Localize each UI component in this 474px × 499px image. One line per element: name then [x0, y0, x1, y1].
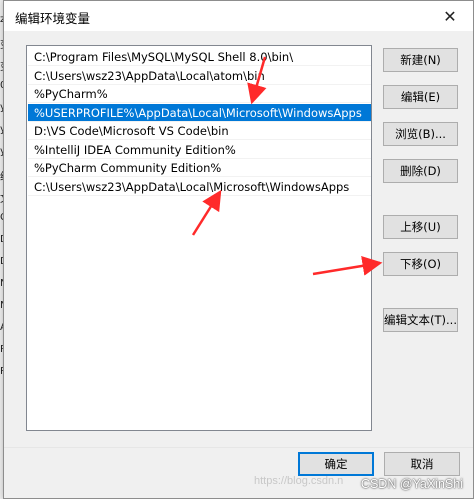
csdn-watermark: CSDN @YaXinShi	[360, 477, 463, 491]
move-up-button[interactable]: 上移(U)	[383, 215, 458, 239]
close-icon[interactable]: ✕	[427, 1, 473, 31]
path-list[interactable]: C:\Program Files\MySQL\MySQL Shell 8.0\b…	[26, 45, 372, 431]
edit-button[interactable]: 编辑(E)	[383, 85, 458, 109]
edit-text-button[interactable]: 编辑文本(T)...	[383, 308, 458, 332]
edit-environment-variable-dialog: 编辑环境变量 ✕ C:\Program Files\MySQL\MySQL Sh…	[3, 0, 474, 499]
window-title: 编辑环境变量	[15, 11, 91, 26]
path-row[interactable]: %PyCharm%	[28, 85, 371, 103]
cancel-button[interactable]: 取消	[384, 452, 460, 476]
move-down-button[interactable]: 下移(O)	[383, 252, 458, 276]
footer-divider	[4, 447, 473, 448]
new-button[interactable]: 新建(N)	[383, 48, 458, 72]
path-row[interactable]: C:\Users\wsz23\AppData\Local\Microsoft\W…	[28, 178, 371, 196]
browse-button[interactable]: 浏览(B)...	[383, 122, 458, 146]
faint-watermark: https://blog.csdn.n	[254, 475, 344, 487]
path-row[interactable]: %IntelliJ IDEA Community Edition%	[28, 141, 371, 159]
delete-button[interactable]: 删除(D)	[383, 159, 458, 183]
ok-button[interactable]: 确定	[298, 452, 374, 476]
title-bar: 编辑环境变量 ✕	[4, 1, 473, 31]
path-row[interactable]: %USERPROFILE%\AppData\Local\Microsoft\Wi…	[28, 103, 371, 122]
path-row[interactable]: D:\VS Code\Microsoft VS Code\bin	[28, 122, 371, 140]
path-row[interactable]: %PyCharm Community Edition%	[28, 159, 371, 177]
path-row[interactable]: C:\Users\wsz23\AppData\Local\atom\bin	[28, 67, 371, 85]
path-row[interactable]: C:\Program Files\MySQL\MySQL Shell 8.0\b…	[28, 48, 371, 66]
